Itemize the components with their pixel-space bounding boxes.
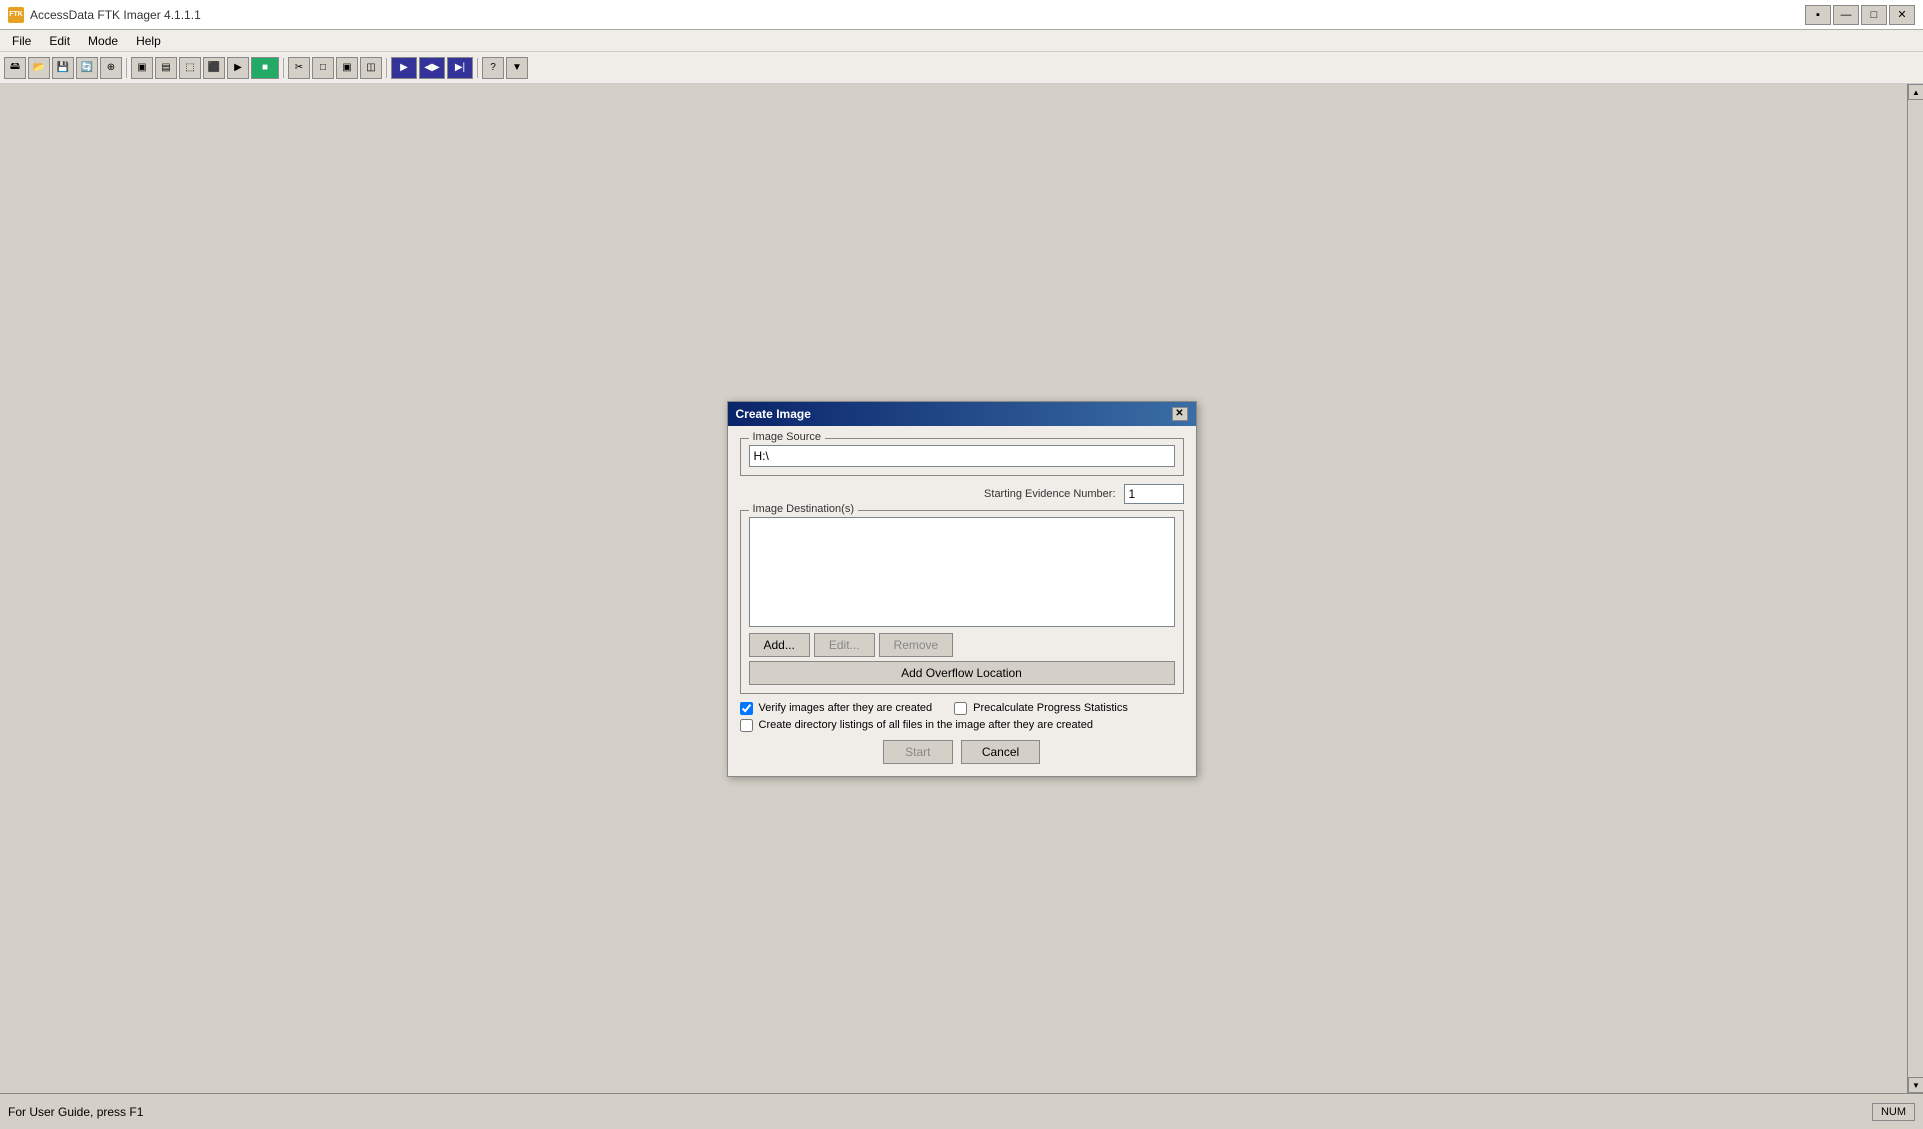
image-source-legend: Image Source: [749, 431, 825, 443]
edit-button[interactable]: Edit...: [814, 633, 875, 657]
toolbar-btn-17[interactable]: ◀▶: [419, 57, 445, 79]
remove-button[interactable]: Remove: [879, 633, 954, 657]
destination-list[interactable]: [749, 517, 1175, 627]
toolbar-btn-18[interactable]: ▶|: [447, 57, 473, 79]
toolbar-btn-2[interactable]: 📂: [28, 57, 50, 79]
image-source-input[interactable]: [749, 445, 1175, 467]
dialog-overlay: Create Image ✕ Image Source Starting Evi…: [0, 84, 1923, 1093]
evidence-number-row: Starting Evidence Number:: [740, 484, 1184, 504]
toolbar-btn-12[interactable]: ✂: [288, 57, 310, 79]
create-directory-checkbox[interactable]: [740, 719, 753, 732]
menu-help[interactable]: Help: [128, 32, 169, 50]
toolbar-btn-1[interactable]: 🖴: [4, 57, 26, 79]
create-image-dialog: Create Image ✕ Image Source Starting Evi…: [727, 401, 1197, 777]
toolbar-btn-11[interactable]: ■: [251, 57, 279, 79]
title-bar: FTK AccessData FTK Imager 4.1.1.1 ▪ — □ …: [0, 0, 1923, 30]
toolbar: 🖴 📂 💾 🔄 ⊕ ▣ ▤ ⬚ ⬛ ▶ ■ ✂ □ ▣ ◫ ▶ ◀▶ ▶| ? …: [0, 52, 1923, 84]
status-bar: For User Guide, press F1 NUM: [0, 1093, 1923, 1129]
menu-bar: File Edit Mode Help: [0, 30, 1923, 52]
toolbar-btn-10[interactable]: ▶: [227, 57, 249, 79]
num-indicator: NUM: [1872, 1103, 1915, 1121]
title-bar-left: FTK AccessData FTK Imager 4.1.1.1: [8, 7, 201, 23]
separator-4: [477, 58, 478, 78]
add-overflow-button[interactable]: Add Overflow Location: [749, 661, 1175, 685]
cancel-button[interactable]: Cancel: [961, 740, 1040, 764]
add-button[interactable]: Add...: [749, 633, 810, 657]
toolbar-btn-15[interactable]: ◫: [360, 57, 382, 79]
checkbox-row-2: Create directory listings of all files i…: [740, 719, 1184, 732]
image-destination-legend: Image Destination(s): [749, 503, 859, 515]
dialog-content: Image Source Starting Evidence Number: I…: [728, 426, 1196, 776]
dialog-close-button[interactable]: ✕: [1172, 407, 1188, 421]
checkbox-row-1: Verify images after they are created Pre…: [740, 702, 1184, 715]
image-source-group: Image Source: [740, 438, 1184, 476]
precalculate-label: Precalculate Progress Statistics: [973, 702, 1128, 714]
maximize-button[interactable]: □: [1861, 5, 1887, 25]
toolbar-btn-6[interactable]: ▣: [131, 57, 153, 79]
destination-buttons: Add... Edit... Remove: [749, 633, 1175, 657]
precalculate-checkbox[interactable]: [954, 702, 967, 715]
bottom-buttons: Start Cancel: [740, 740, 1184, 764]
toolbar-btn-5[interactable]: ⊕: [100, 57, 122, 79]
evidence-number-label: Starting Evidence Number:: [984, 488, 1115, 500]
separator-2: [283, 58, 284, 78]
create-directory-label: Create directory listings of all files i…: [759, 719, 1093, 731]
window-controls: ▪ — □ ✕: [1805, 5, 1915, 25]
verify-images-checkbox[interactable]: [740, 702, 753, 715]
toolbar-btn-16[interactable]: ▶: [391, 57, 417, 79]
verify-images-label: Verify images after they are created: [759, 702, 933, 714]
toolbar-btn-14[interactable]: ▣: [336, 57, 358, 79]
app-title: AccessData FTK Imager 4.1.1.1: [30, 8, 201, 22]
toolbar-btn-8[interactable]: ⬚: [179, 57, 201, 79]
app-icon: FTK: [8, 7, 24, 23]
toolbar-btn-9[interactable]: ⬛: [203, 57, 225, 79]
menu-file[interactable]: File: [4, 32, 39, 50]
close-button[interactable]: ✕: [1889, 5, 1915, 25]
toolbar-btn-3[interactable]: 💾: [52, 57, 74, 79]
status-text: For User Guide, press F1: [8, 1105, 143, 1119]
image-destination-group: Image Destination(s) Add... Edit... Remo…: [740, 510, 1184, 694]
toolbar-btn-13[interactable]: □: [312, 57, 334, 79]
dialog-title-bar[interactable]: Create Image ✕: [728, 402, 1196, 426]
toolbar-btn-help[interactable]: ?: [482, 57, 504, 79]
separator-1: [126, 58, 127, 78]
start-button[interactable]: Start: [883, 740, 953, 764]
status-right: NUM: [1872, 1103, 1915, 1121]
dialog-title: Create Image: [736, 407, 811, 421]
toolbar-btn-extra[interactable]: ▼: [506, 57, 528, 79]
pin-button[interactable]: ▪: [1805, 5, 1831, 25]
toolbar-btn-7[interactable]: ▤: [155, 57, 177, 79]
toolbar-btn-4[interactable]: 🔄: [76, 57, 98, 79]
menu-mode[interactable]: Mode: [80, 32, 126, 50]
evidence-number-input[interactable]: [1124, 484, 1184, 504]
checkbox-section: Verify images after they are created Pre…: [740, 702, 1184, 732]
menu-edit[interactable]: Edit: [41, 32, 78, 50]
separator-3: [386, 58, 387, 78]
minimize-button[interactable]: —: [1833, 5, 1859, 25]
